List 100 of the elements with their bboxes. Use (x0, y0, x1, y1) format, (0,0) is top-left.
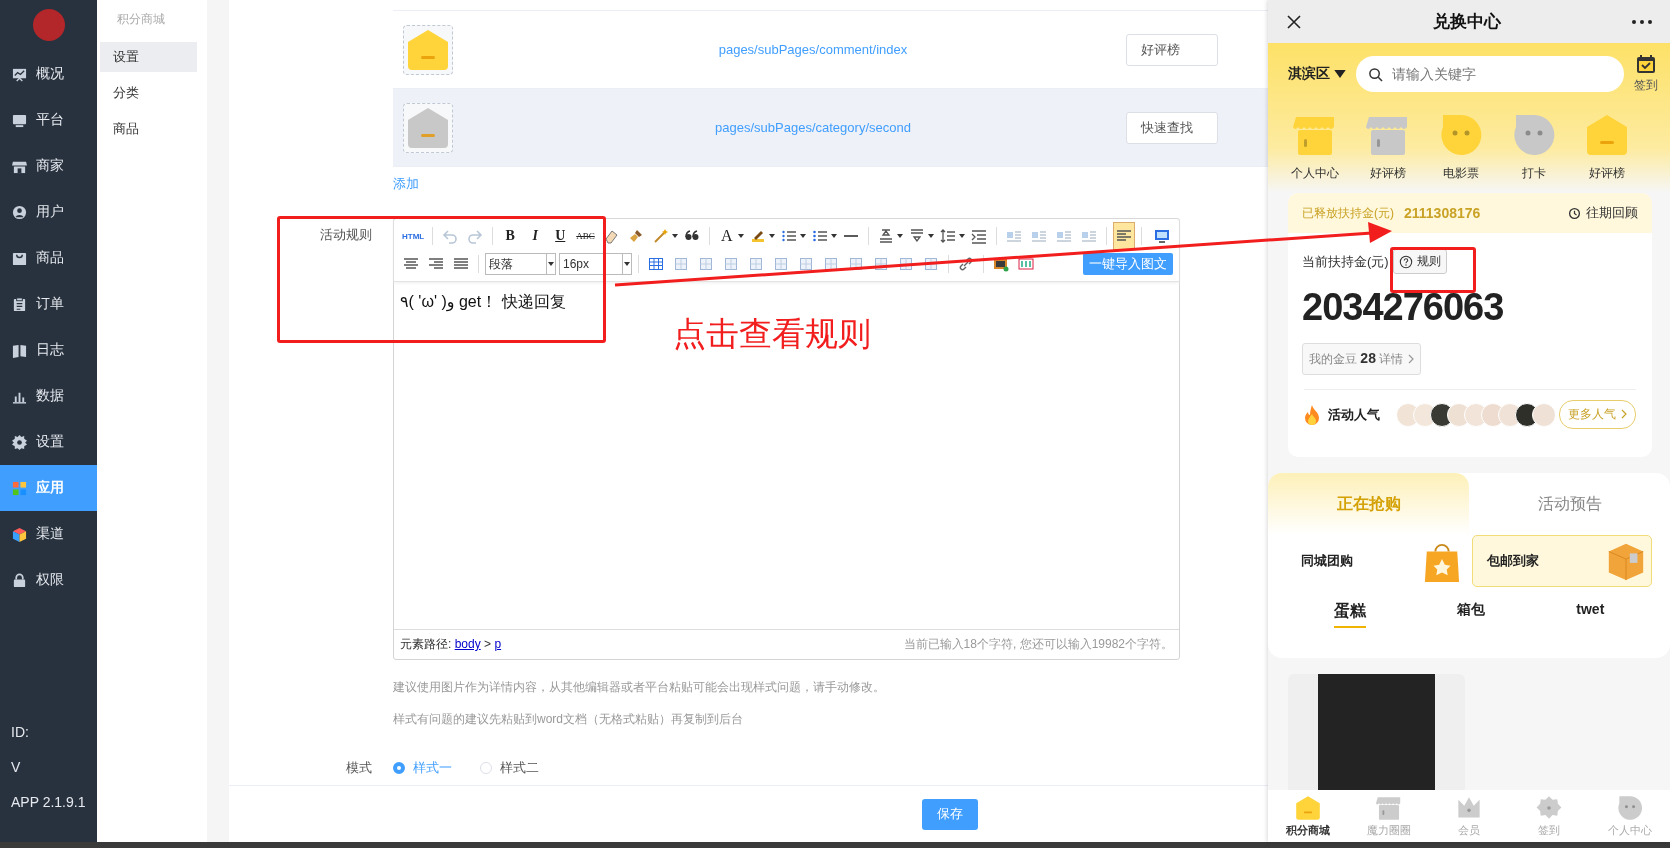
subnav-item[interactable]: 设置 (100, 42, 197, 72)
field-label: 活动规则 (319, 226, 372, 244)
path-link[interactable]: p (494, 637, 502, 651)
history-link[interactable]: 往期回顾 (1568, 204, 1638, 222)
photo-placeholder[interactable] (1288, 674, 1465, 790)
underline-button[interactable]: U (549, 225, 572, 247)
location-selector[interactable]: 淇滨区 (1288, 65, 1346, 83)
gear-icon (1536, 794, 1563, 821)
user-icon (12, 204, 27, 220)
caret-icon[interactable] (799, 234, 806, 238)
radio-button[interactable] (393, 762, 405, 774)
version-info: APP 2.1.9.1 (11, 793, 87, 812)
italic-button[interactable]: I (524, 225, 547, 247)
category-tab[interactable]: twet (1576, 601, 1605, 628)
sidebar-item[interactable]: 数据 (0, 373, 97, 419)
search-icon (1368, 67, 1383, 82)
subnav-item[interactable]: 分类 (100, 78, 197, 108)
shortcut-label[interactable]: 好评榜 (1588, 165, 1625, 182)
caret-icon[interactable] (830, 234, 837, 238)
page-title: 兑换中心 (1433, 11, 1501, 33)
caret-icon[interactable] (927, 234, 934, 238)
sidebar-item[interactable]: 平台 (0, 97, 97, 143)
hint-text: 样式有问题的建议先粘贴到word文档（无格式粘贴）再复制到后台 (393, 711, 744, 727)
section-title: 积分商城 (116, 11, 166, 28)
category-tab[interactable]: 蛋糕 (1333, 601, 1366, 628)
caret-icon[interactable] (737, 234, 744, 238)
clock-icon (1568, 206, 1581, 220)
strikethrough-button[interactable]: ABC (574, 225, 597, 247)
hint-text: 建议使用图片作为详情内容，从其他编辑器或者平台粘贴可能会出现样式问题，请手动修改。 (393, 679, 886, 695)
caret-icon[interactable] (671, 234, 678, 238)
html-button[interactable]: HTML (400, 225, 427, 247)
category-tab[interactable]: 箱包 (1457, 601, 1485, 628)
face-icon (1616, 794, 1643, 821)
flame-icon (1304, 404, 1320, 425)
promo-card[interactable]: 包邮到家 (1472, 535, 1652, 587)
name-input[interactable]: 快速查找 (1126, 111, 1218, 144)
sidebar-item[interactable]: 用户 (0, 189, 97, 235)
settings-icon (12, 434, 27, 450)
annotation-text: 点击查看规则 (673, 314, 871, 354)
shortcut-label[interactable]: 打卡 (1521, 165, 1546, 182)
character-count: 当前已输入18个字符, 您还可以输入19982个字符。 (903, 636, 1173, 653)
bottom-nav-item[interactable]: 积分商城 (1268, 790, 1349, 842)
monitor-icon (12, 112, 27, 128)
sidebar-item[interactable]: 商家 (0, 143, 97, 189)
help-icon (1398, 254, 1413, 269)
shortcut-label[interactable]: 个人中心 (1290, 165, 1339, 182)
released-fund-label: 已释放扶持金(元) (1302, 204, 1394, 222)
field-label: 模式 (345, 759, 372, 777)
released-fund-value: 2111308176 (1404, 205, 1481, 221)
caret-icon[interactable] (896, 234, 903, 238)
cube-icon (12, 526, 27, 542)
store-icon (1375, 794, 1402, 821)
current-fund-value: 2034276063 (1301, 285, 1505, 329)
popularity-label: 活动人气 (1328, 405, 1380, 424)
book-icon (12, 342, 27, 358)
more-icon[interactable] (1632, 19, 1652, 24)
checkin-label[interactable]: 签到 (1634, 77, 1658, 94)
sidebar-item[interactable]: 权限 (0, 557, 97, 603)
shortcut-label[interactable]: 好评榜 (1369, 165, 1406, 182)
caret-icon[interactable] (624, 262, 630, 266)
calendar-check-icon[interactable] (1636, 54, 1656, 74)
promo-card[interactable]: 同城团购 (1286, 535, 1466, 587)
paragraph-select[interactable]: 段落 (485, 253, 556, 275)
logo-icon (32, 9, 65, 41)
search-field[interactable]: 请输入关键字 (1356, 56, 1624, 92)
sidebar-item[interactable]: 订单 (0, 281, 97, 327)
presentation-chart-icon (12, 66, 27, 82)
caret-icon[interactable] (768, 234, 775, 238)
clipboard-icon (12, 296, 27, 312)
sidebar-item[interactable]: 设置 (0, 419, 97, 465)
name-input[interactable]: 好评榜 (1126, 33, 1218, 66)
version-info: V (11, 758, 22, 777)
sidebar-item[interactable]: 日志 (0, 327, 97, 373)
apps-icon (12, 480, 27, 496)
house-icon (1295, 794, 1322, 821)
font-color-button[interactable]: A (715, 225, 738, 247)
subnav-item[interactable]: 商品 (100, 114, 197, 144)
path-link[interactable]: body (454, 637, 481, 651)
current-fund-label: 当前扶持金(元) (1302, 252, 1389, 271)
lock-icon (12, 572, 27, 588)
editor-text[interactable]: ٩( 'ω' )و get！ 快递回复 (400, 292, 566, 313)
caret-icon[interactable] (1334, 70, 1346, 78)
sidebar-item[interactable]: 渠道 (0, 511, 97, 557)
version-info: ID: (11, 723, 30, 742)
chevron-right-icon (1621, 409, 1627, 419)
bold-button[interactable]: B (499, 225, 522, 247)
sidebar-item[interactable]: 概况 (0, 51, 97, 97)
tab[interactable]: 活动预告 (1469, 473, 1670, 535)
close-icon[interactable] (1286, 13, 1302, 30)
caret-icon[interactable] (548, 262, 554, 266)
align-left-icon[interactable] (1112, 222, 1135, 250)
shortcut-label[interactable]: 电影票 (1442, 165, 1479, 182)
font-size-select[interactable]: 16px (559, 253, 632, 275)
sidebar-item[interactable]: 商品 (0, 235, 97, 281)
chevron-right-icon (1408, 354, 1415, 364)
shopping-bag-icon (12, 250, 27, 266)
radio-option[interactable]: 样式二 (480, 759, 539, 777)
element-path: 元素路径: body > p (400, 636, 502, 653)
caret-icon[interactable] (958, 234, 965, 238)
beans-button[interactable]: 我的金豆 28 详情 (1302, 343, 1422, 375)
